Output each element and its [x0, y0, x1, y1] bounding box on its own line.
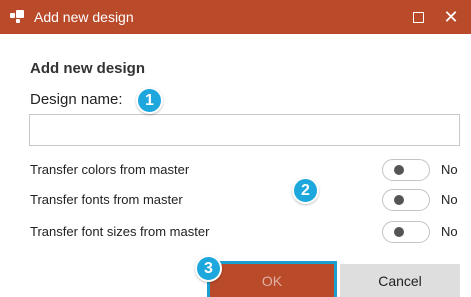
maximize-button[interactable] [403, 0, 433, 34]
design-name-label: Design name: [30, 91, 123, 108]
close-icon: ✕ [443, 7, 459, 27]
transfer-font-sizes-toggle[interactable] [382, 221, 430, 243]
title-bar: Add new design ✕ [0, 0, 471, 34]
transfer-colors-state: No [441, 162, 458, 177]
toggle-knob [394, 227, 404, 237]
step-badge-2: 2 [292, 177, 319, 204]
transfer-fonts-label: Transfer fonts from master [30, 192, 183, 207]
cancel-button[interactable]: Cancel [340, 264, 460, 297]
ok-button[interactable]: OK [210, 264, 334, 297]
step-badge-3: 3 [195, 255, 222, 282]
maximize-icon [412, 11, 424, 23]
transfer-fonts-toggle[interactable] [382, 189, 430, 211]
transfer-colors-toggle[interactable] [382, 159, 430, 181]
close-button[interactable]: ✕ [436, 0, 466, 34]
app-icon [10, 10, 26, 24]
toggle-knob [394, 195, 404, 205]
dialog-heading: Add new design [30, 60, 146, 77]
window-title: Add new design [34, 9, 134, 25]
step-badge-1: 1 [136, 87, 163, 114]
transfer-colors-label: Transfer colors from master [30, 162, 190, 177]
design-name-input[interactable] [29, 114, 460, 146]
toggle-knob [394, 165, 404, 175]
transfer-font-sizes-state: No [441, 224, 458, 239]
transfer-font-sizes-label: Transfer font sizes from master [30, 224, 210, 239]
transfer-fonts-state: No [441, 192, 458, 207]
